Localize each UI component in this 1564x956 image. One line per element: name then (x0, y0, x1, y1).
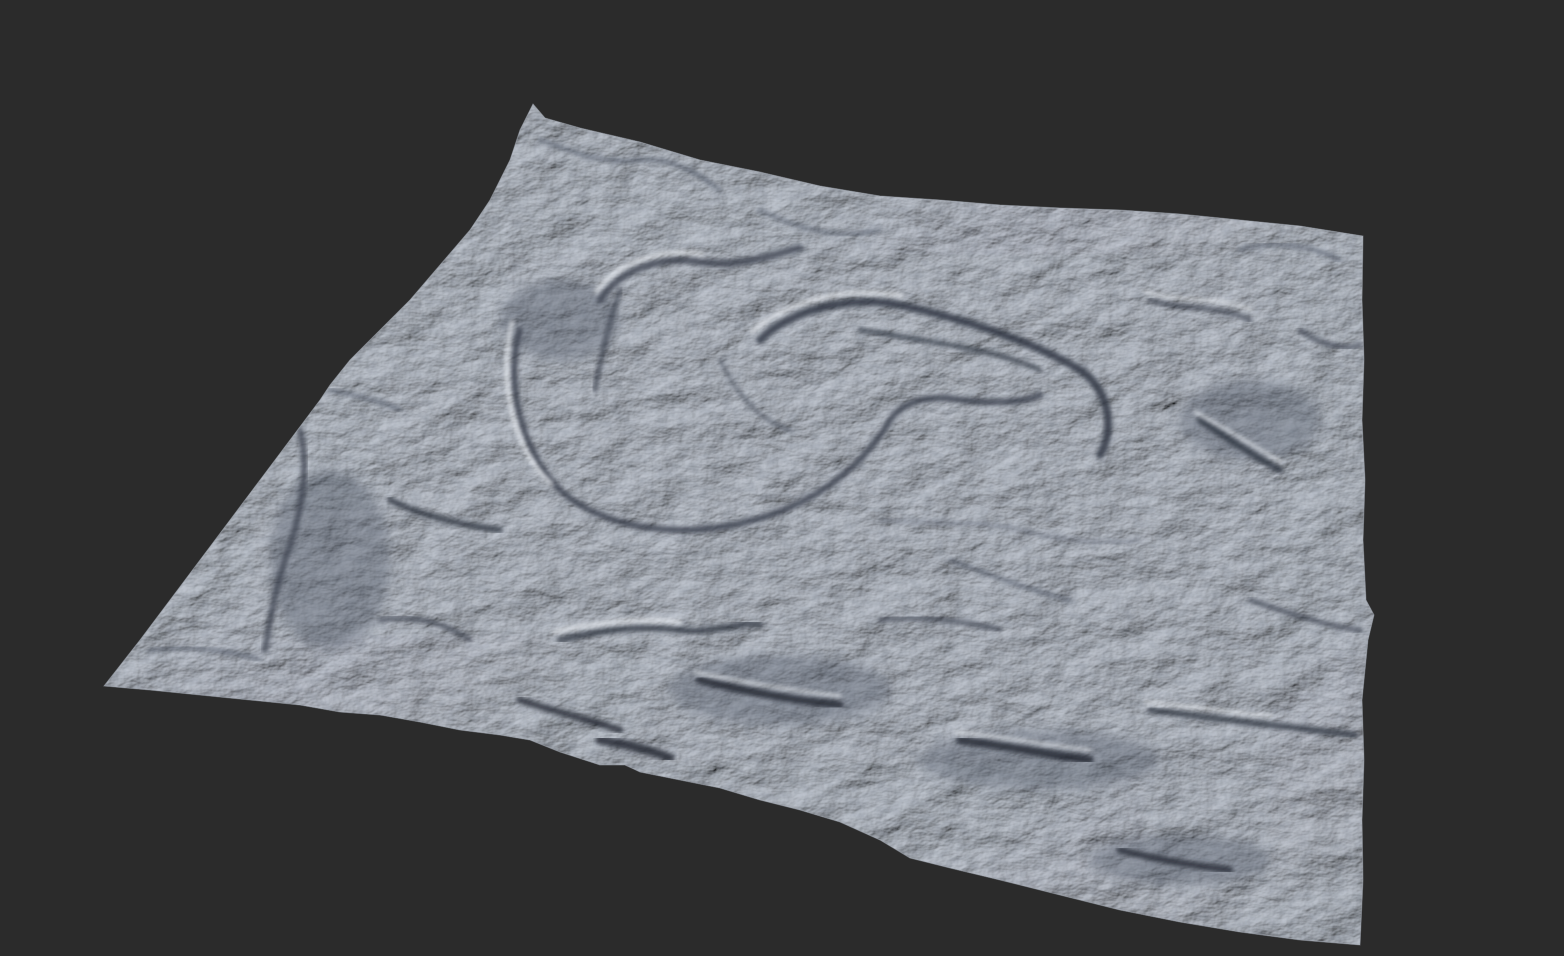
terrain-heightmap-mesh[interactable] (0, 0, 1564, 956)
terrain-surface (104, 104, 1374, 945)
3d-viewport[interactable] (0, 0, 1564, 956)
